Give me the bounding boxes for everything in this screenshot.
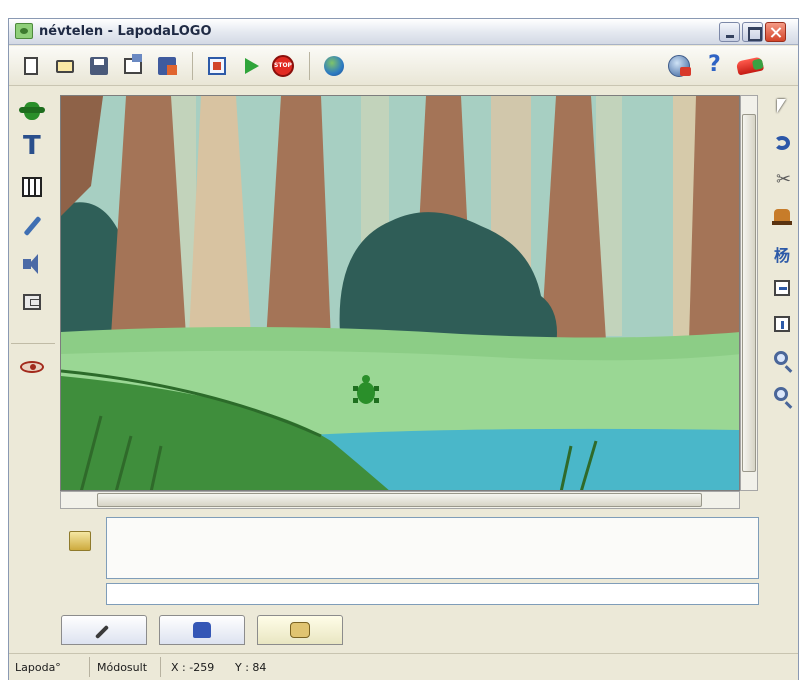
window-tool[interactable] <box>18 289 46 317</box>
undo-icon <box>774 136 790 150</box>
status-state: Módosult <box>97 661 148 674</box>
eye-tool[interactable] <box>18 353 46 381</box>
save-icon <box>90 57 108 75</box>
tab-brush[interactable] <box>61 615 147 645</box>
tab-scroll[interactable] <box>257 615 343 645</box>
console-icon[interactable] <box>69 531 91 551</box>
stop-button[interactable]: STOP <box>271 54 295 78</box>
fullscreen-icon <box>208 57 226 75</box>
flip-horizontal-tool[interactable] <box>769 311 795 337</box>
exit-button[interactable] <box>735 54 765 78</box>
left-toolbar-separator <box>11 343 55 344</box>
piano-icon <box>22 177 42 197</box>
open-button[interactable] <box>53 54 77 78</box>
shirt-icon <box>193 622 211 638</box>
fullscreen-button[interactable] <box>205 54 229 78</box>
zoom-in-tool[interactable] <box>769 347 795 373</box>
web-button[interactable] <box>667 54 691 78</box>
eye-icon <box>20 361 44 373</box>
save-as-button[interactable] <box>121 54 145 78</box>
play-icon <box>245 58 259 74</box>
toolbar-separator <box>192 52 193 80</box>
web-icon <box>668 55 691 77</box>
glyph-tool[interactable]: 杨 <box>769 239 795 265</box>
close-button[interactable] <box>765 22 786 42</box>
export-icon <box>158 57 177 75</box>
status-app: Lapoda° <box>15 661 61 674</box>
open-folder-icon <box>56 60 74 73</box>
status-x-coordinate: X : -259 <box>171 661 215 674</box>
horizontal-scroll-thumb[interactable] <box>97 493 702 507</box>
status-separator <box>160 657 161 677</box>
pointer-tool[interactable] <box>769 95 795 121</box>
pencil-tool[interactable] <box>18 213 46 241</box>
turtle-tool[interactable] <box>18 97 46 125</box>
minimize-button[interactable] <box>719 22 740 42</box>
status-bar: Lapoda° Módosult X : -259 Y : 84 <box>9 653 798 680</box>
title-bar[interactable]: névtelen - LapodaLOGO <box>9 19 798 45</box>
zoom-in-icon <box>774 351 788 365</box>
flip-horizontal-icon <box>774 316 790 332</box>
brush-icon <box>94 624 110 640</box>
stamp-icon <box>772 209 792 225</box>
text-icon: T <box>23 131 41 161</box>
flip-vertical-icon <box>774 280 790 296</box>
world-button[interactable] <box>322 54 346 78</box>
exit-icon <box>735 56 765 76</box>
horizontal-scrollbar[interactable] <box>60 491 740 509</box>
run-button[interactable] <box>239 54 263 78</box>
scissors-icon: ✂ <box>776 169 792 190</box>
zoom-out-tool[interactable] <box>769 383 795 409</box>
pointer-icon <box>777 99 786 113</box>
text-tool[interactable]: T <box>18 131 46 163</box>
help-icon: ? <box>708 52 721 77</box>
help-button[interactable]: ? <box>703 52 727 78</box>
sound-tool[interactable] <box>18 251 46 279</box>
forest-background <box>61 96 739 490</box>
tab-shirt[interactable] <box>159 615 245 645</box>
stamp-tool[interactable] <box>769 203 795 229</box>
new-file-icon <box>24 57 38 75</box>
window-icon <box>23 294 41 310</box>
app-logo-icon <box>15 23 33 39</box>
pencil-icon <box>23 215 42 237</box>
zoom-out-icon <box>774 387 788 401</box>
status-y-coordinate: Y : 84 <box>235 661 267 674</box>
left-toolbar: T <box>9 87 59 417</box>
console-output <box>106 517 759 579</box>
vertical-scrollbar[interactable] <box>740 95 758 491</box>
save-as-icon <box>124 54 142 74</box>
toolbar-separator <box>309 52 310 80</box>
piano-tool[interactable] <box>18 173 46 201</box>
scroll-corner <box>740 491 758 509</box>
drawing-canvas[interactable] <box>60 95 740 491</box>
tree-trunk <box>689 96 739 341</box>
stop-icon: STOP <box>272 55 294 77</box>
turtle-icon <box>19 102 45 120</box>
app-window: névtelen - LapodaLOGO STOP ? T ✂ 杨 Lapod… <box>8 18 799 680</box>
save-button[interactable] <box>87 54 111 78</box>
maximize-button[interactable] <box>742 22 763 42</box>
scroll-icon <box>290 622 310 638</box>
speaker-icon <box>23 254 38 274</box>
main-toolbar: STOP ? <box>9 46 798 86</box>
right-toolbar: ✂ 杨 <box>765 87 799 507</box>
new-file-button[interactable] <box>19 54 43 78</box>
vertical-scroll-thumb[interactable] <box>742 114 756 472</box>
cut-tool[interactable]: ✂ <box>769 167 795 193</box>
globe-icon <box>324 56 344 76</box>
export-button[interactable] <box>155 54 179 78</box>
undo-tool[interactable] <box>769 131 795 157</box>
command-input[interactable] <box>106 583 759 605</box>
status-separator <box>89 657 90 677</box>
flip-vertical-tool[interactable] <box>769 275 795 301</box>
window-title: névtelen - LapodaLOGO <box>39 24 212 39</box>
glyph-icon: 杨 <box>774 246 791 265</box>
